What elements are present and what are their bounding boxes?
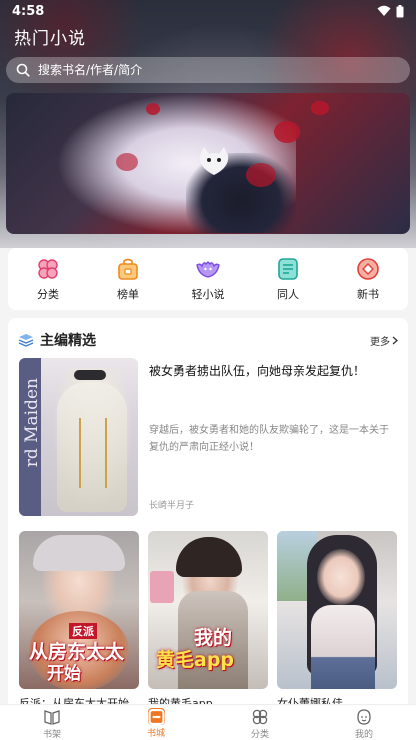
category-label: 分类 xyxy=(37,287,59,301)
book-cover: 反派 从房东太太 开始 xyxy=(19,531,139,689)
category-grid-icon xyxy=(252,709,268,725)
search-bar[interactable] xyxy=(6,57,410,83)
profile-icon xyxy=(357,709,371,725)
cover-title-band: rd Maiden xyxy=(19,358,42,516)
category-label: 轻小说 xyxy=(191,287,225,301)
nav-bookstore[interactable]: 书城 xyxy=(116,705,196,740)
category-shortcuts: 分类 榜单 轻小说 同人 新书 xyxy=(8,248,408,310)
wifi-icon xyxy=(377,5,391,16)
book-card[interactable]: 我的 黄毛app 我的黄毛app xyxy=(148,531,268,710)
section-title: 主编精选 xyxy=(40,333,96,349)
trophy-bag-icon xyxy=(118,258,138,280)
featured-book-author: 长崎半月子 xyxy=(149,501,195,511)
chevron-right-icon xyxy=(392,336,398,344)
category-bangdan[interactable]: 榜单 xyxy=(93,257,163,302)
books-stack-icon xyxy=(18,334,34,347)
banner-art-rose xyxy=(274,121,300,143)
nav-label: 我的 xyxy=(354,730,373,740)
cover-art-body xyxy=(311,605,375,689)
status-icons xyxy=(377,4,404,18)
category-fenlei[interactable]: 分类 xyxy=(13,257,83,302)
banner-art-cat xyxy=(199,147,229,175)
category-tongren[interactable]: 同人 xyxy=(253,257,323,302)
cover-art-hair xyxy=(33,535,125,571)
cover-art-phone xyxy=(150,571,174,603)
document-list-icon xyxy=(278,257,298,280)
clover-icon xyxy=(38,258,58,279)
bottom-nav: 书架 书城 分类 我的 xyxy=(0,704,416,740)
cover-art-hair xyxy=(176,537,242,577)
category-xinshu[interactable]: 新书 xyxy=(333,257,403,302)
book-card[interactable]: 反派 从房东太太 开始 反派：从房东太太开始 xyxy=(19,531,139,710)
editor-picks-section: 主编精选 更多 rd Maiden 被女勇者掳出队伍，向她母亲发起复仇！ 穿越后… xyxy=(8,318,408,713)
nav-bookshelf[interactable]: 书架 xyxy=(12,705,92,740)
bookshelf-icon xyxy=(44,710,60,725)
search-icon xyxy=(16,63,30,77)
status-bar: 4:58 xyxy=(0,0,416,22)
section-header: 主编精选 更多 xyxy=(18,328,398,352)
nav-label: 书架 xyxy=(42,730,61,740)
cover-title-line: 黄毛app xyxy=(156,649,235,671)
book-cover: 我的 黄毛app xyxy=(148,531,268,689)
featured-book-cover[interactable]: rd Maiden xyxy=(19,358,138,516)
featured-banner[interactable] xyxy=(6,93,410,234)
cover-art-blindfold xyxy=(74,370,106,380)
cover-art-trim xyxy=(79,418,107,488)
search-input[interactable] xyxy=(38,63,378,77)
cover-title-text: rd Maiden xyxy=(22,378,42,468)
status-time: 4:58 xyxy=(12,3,45,19)
featured-book-description: 穿越后，被女勇者和她的队友欺骗轮了，这是一本关于复仇的严肃向正经小说！ xyxy=(149,425,389,453)
category-label: 同人 xyxy=(277,287,299,301)
banner-art-rose xyxy=(246,163,276,187)
category-qingxiaoshuo[interactable]: 轻小说 xyxy=(173,257,243,302)
book-cover xyxy=(277,531,397,689)
new-badge-icon xyxy=(357,257,379,280)
bookstore-icon xyxy=(147,708,165,725)
more-label: 更多 xyxy=(370,336,390,348)
featured-book-title[interactable]: 被女勇者掳出队伍，向她母亲发起复仇！ xyxy=(149,362,399,380)
category-label: 榜单 xyxy=(117,287,139,301)
page-title: 热门小说 xyxy=(14,29,86,49)
banner-art-rose xyxy=(116,153,138,171)
bat-icon xyxy=(196,260,220,278)
nav-profile[interactable]: 我的 xyxy=(324,705,404,740)
more-link[interactable]: 更多 xyxy=(370,333,398,348)
book-card[interactable]: 女仆蕾娜私佳 xyxy=(277,531,397,710)
book-grid: 反派 从房东太太 开始 反派：从房东太太开始 我的 黄毛app 我的黄毛app xyxy=(19,531,397,710)
battery-icon xyxy=(396,4,404,17)
nav-category[interactable]: 分类 xyxy=(220,705,300,740)
category-label: 新书 xyxy=(357,287,379,301)
nav-label: 分类 xyxy=(250,730,269,740)
cover-art xyxy=(317,549,365,605)
banner-art-rose xyxy=(146,103,160,115)
nav-label: 书城 xyxy=(146,729,165,739)
hero-header: 4:58 热门小说 xyxy=(0,0,416,248)
cover-title-line: 开始 xyxy=(47,664,81,684)
banner-art-rose xyxy=(311,101,329,115)
